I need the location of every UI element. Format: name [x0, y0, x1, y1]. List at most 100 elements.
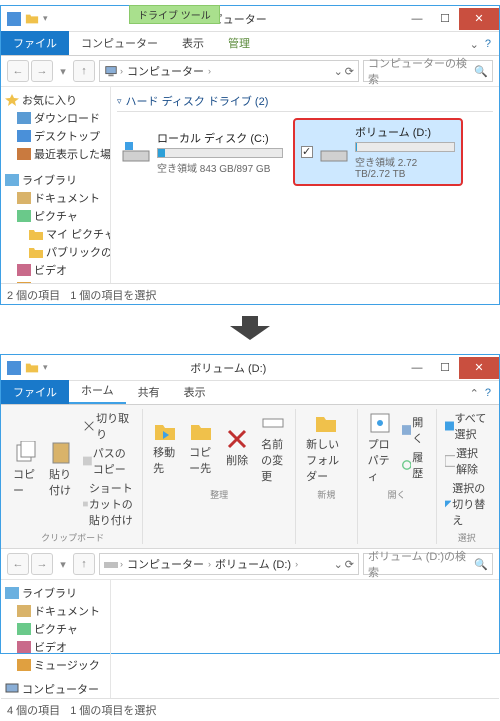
- qat-dropdown-icon[interactable]: ▾: [43, 362, 48, 373]
- refresh-icon[interactable]: ⟳: [345, 65, 354, 78]
- copy-button[interactable]: コピー: [9, 439, 41, 500]
- select-none-button[interactable]: 選択解除: [443, 444, 491, 478]
- new-folder-button[interactable]: 新しいフォルダー: [302, 409, 350, 486]
- tree-recent[interactable]: 最近表示した場所: [3, 145, 108, 163]
- recent-dropdown[interactable]: ▾: [55, 553, 71, 575]
- ribbon-group-select: すべて選択 選択解除 選択の切り替え 選択: [437, 409, 497, 544]
- moveto-button[interactable]: 移動先: [149, 417, 181, 478]
- tree-favorites[interactable]: お気に入り: [3, 91, 108, 109]
- status-bar: 2 個の項目 1 個の項目を選択: [1, 283, 499, 306]
- search-icon: 🔍: [474, 558, 488, 571]
- cut-button[interactable]: 切り取り: [81, 409, 136, 443]
- recent-dropdown[interactable]: ▾: [55, 60, 71, 82]
- tree-publicpictures[interactable]: パブリックのピクチャ: [3, 243, 108, 261]
- tab-view[interactable]: 表示: [170, 31, 216, 55]
- open-button[interactable]: 開く: [400, 413, 430, 447]
- crumb-volume-d[interactable]: ボリューム (D:): [213, 556, 293, 572]
- drive-d[interactable]: ボリューム (D:) 空き領域 2.72 TB/2.72 TB: [293, 118, 463, 186]
- tree-pictures[interactable]: ピクチャ: [3, 207, 108, 225]
- close-button[interactable]: ✕: [459, 357, 499, 379]
- checkbox-checked-icon[interactable]: [301, 146, 313, 158]
- back-button[interactable]: ←: [7, 553, 29, 575]
- ribbon-group-open: プロパティ 開く 履歴 開く: [358, 409, 437, 544]
- tree-mypictures[interactable]: マイ ピクチャ: [3, 225, 108, 243]
- minimize-button[interactable]: —: [403, 357, 431, 379]
- invert-selection-button[interactable]: 選択の切り替え: [443, 479, 491, 529]
- paste-shortcut-button[interactable]: ショートカットの貼り付け: [81, 479, 136, 529]
- history-button[interactable]: 履歴: [400, 448, 430, 482]
- up-button[interactable]: ↑: [73, 553, 95, 575]
- drive-group-header[interactable]: ▿ ハード ディスク ドライブ (2): [117, 93, 493, 112]
- minimize-button[interactable]: —: [403, 8, 431, 30]
- chevron-right-icon[interactable]: ›: [208, 66, 211, 76]
- tree-libraries[interactable]: ライブラリ: [3, 171, 108, 189]
- ribbon-collapse-icon[interactable]: ⌃: [470, 387, 479, 400]
- forward-button[interactable]: →: [31, 60, 53, 82]
- tab-share[interactable]: 共有: [126, 380, 172, 404]
- copy-path-button[interactable]: パスのコピー: [81, 444, 136, 478]
- tree-libraries[interactable]: ライブラリ: [3, 584, 108, 602]
- delete-button[interactable]: 削除: [221, 425, 253, 470]
- status-count: 4 個の項目: [7, 702, 60, 718]
- address-dropdown-icon[interactable]: ⌄: [334, 65, 343, 78]
- explorer-window-volume-d: ▾ ボリューム (D:) — ☐ ✕ ファイル ホーム 共有 表示 ⌃? コピー…: [0, 354, 500, 654]
- rename-button[interactable]: 名前の変更: [257, 409, 289, 486]
- tree-desktop[interactable]: デスクトップ: [3, 127, 108, 145]
- chevron-right-icon[interactable]: ›: [208, 559, 211, 569]
- tree-computer[interactable]: コンピューター: [3, 680, 108, 698]
- titlebar: ▾ コンピューター — ☐ ✕: [1, 6, 499, 32]
- ribbon-expand-icon[interactable]: ⌄: [470, 38, 479, 51]
- tab-file[interactable]: ファイル: [1, 31, 69, 55]
- tree-documents[interactable]: ドキュメント: [3, 189, 108, 207]
- forward-button[interactable]: →: [31, 553, 53, 575]
- address-dropdown-icon[interactable]: ⌄: [334, 558, 343, 571]
- status-bar: 4 個の項目 1 個の項目を選択: [1, 698, 499, 721]
- tree-downloads[interactable]: ダウンロード: [3, 109, 108, 127]
- tree-videos[interactable]: ビデオ: [3, 638, 108, 656]
- drive-free-text: 空き領域 2.72 TB/2.72 TB: [355, 154, 455, 180]
- explorer-window-computer: ドライブ ツール ▾ コンピューター — ☐ ✕ ファイル コンピューター 表示…: [0, 5, 500, 305]
- tab-manage[interactable]: 管理: [216, 31, 262, 55]
- tree-videos[interactable]: ビデオ: [3, 261, 108, 279]
- chevron-right-icon[interactable]: ›: [120, 559, 123, 569]
- address-bar[interactable]: › コンピューター › ⌄⟳: [99, 60, 359, 82]
- tree-documents[interactable]: ドキュメント: [3, 602, 108, 620]
- arrow-down-icon: [0, 310, 500, 349]
- crumb-computer[interactable]: コンピューター: [125, 556, 206, 572]
- drive-name: ボリューム (D:): [355, 124, 455, 140]
- crumb-computer[interactable]: コンピューター: [125, 63, 206, 79]
- chevron-right-icon[interactable]: ›: [120, 66, 123, 76]
- address-bar[interactable]: › コンピューター › ボリューム (D:) › ⌄⟳: [99, 553, 359, 575]
- maximize-button[interactable]: ☐: [431, 357, 459, 379]
- content-pane: ▿ ハード ディスク ドライブ (2) ローカル ディスク (C:) 空き領域 …: [111, 87, 499, 283]
- up-button[interactable]: ↑: [73, 60, 95, 82]
- collapse-icon: ▿: [117, 96, 122, 107]
- tree-music[interactable]: ミュージック: [3, 279, 108, 283]
- tree-music[interactable]: ミュージック: [3, 656, 108, 674]
- help-icon[interactable]: ?: [485, 387, 491, 400]
- properties-button[interactable]: プロパティ: [364, 409, 396, 486]
- paste-button[interactable]: 貼り付け: [45, 439, 77, 500]
- tab-file[interactable]: ファイル: [1, 380, 69, 404]
- search-input[interactable]: ボリューム (D:)の検索 🔍: [363, 553, 493, 575]
- qat-dropdown-icon[interactable]: ▾: [43, 13, 48, 24]
- refresh-icon[interactable]: ⟳: [345, 558, 354, 571]
- close-button[interactable]: ✕: [459, 8, 499, 30]
- select-all-button[interactable]: すべて選択: [443, 409, 491, 443]
- copyto-button[interactable]: コピー先: [185, 417, 217, 478]
- maximize-button[interactable]: ☐: [431, 8, 459, 30]
- tab-home[interactable]: ホーム: [69, 378, 126, 404]
- drive-name: ローカル ディスク (C:): [157, 130, 283, 146]
- search-placeholder: コンピューターの検索: [368, 55, 474, 87]
- folder-icon: [25, 12, 39, 26]
- tab-view[interactable]: 表示: [172, 380, 218, 404]
- help-icon[interactable]: ?: [485, 38, 491, 51]
- chevron-right-icon[interactable]: ›: [295, 559, 298, 569]
- tree-pictures[interactable]: ピクチャ: [3, 620, 108, 638]
- drive-icon: [121, 139, 151, 165]
- tab-computer[interactable]: コンピューター: [69, 31, 170, 55]
- drive-c[interactable]: ローカル ディスク (C:) 空き領域 843 GB/897 GB: [117, 118, 287, 186]
- status-count: 2 個の項目: [7, 287, 60, 303]
- back-button[interactable]: ←: [7, 60, 29, 82]
- search-input[interactable]: コンピューターの検索 🔍: [363, 60, 493, 82]
